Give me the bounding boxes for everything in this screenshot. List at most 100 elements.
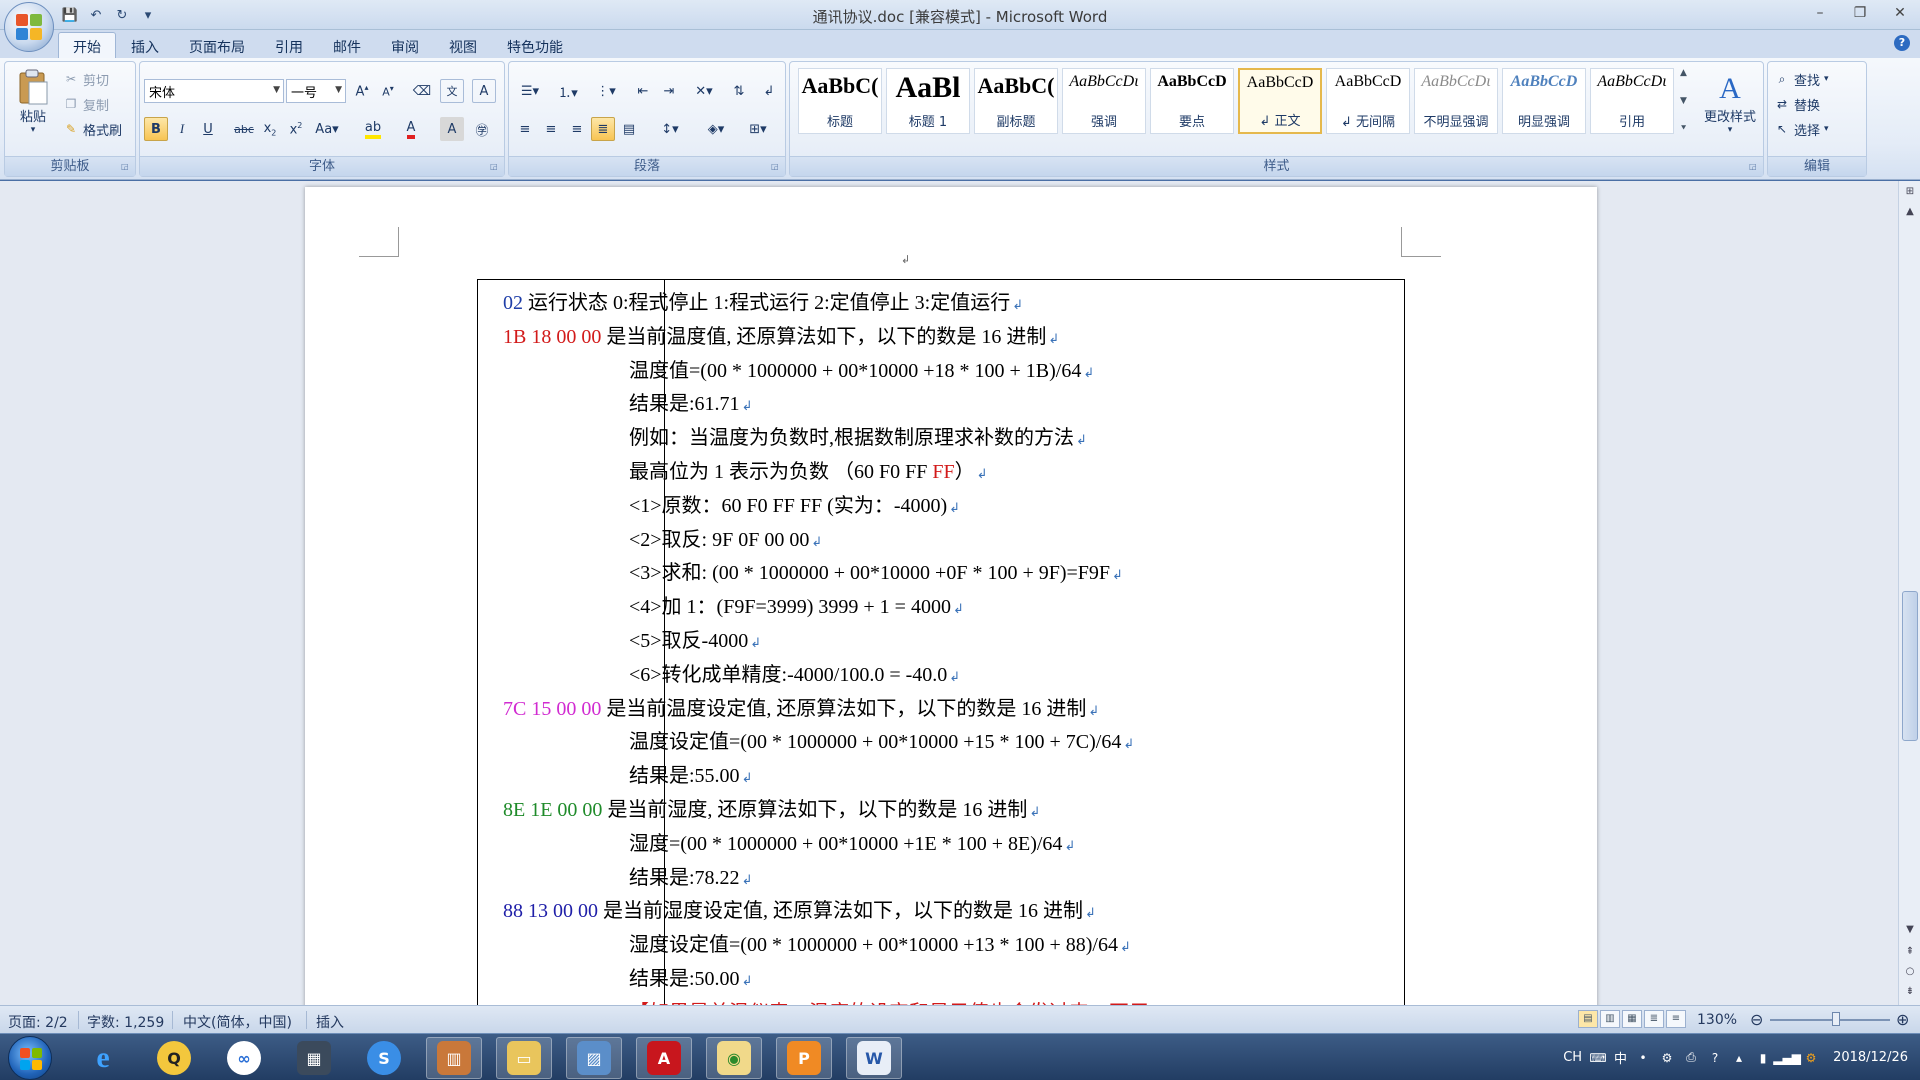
superscript-button[interactable]: x2: [284, 117, 308, 141]
show-hidden-icons-icon[interactable]: ▴: [1731, 1050, 1747, 1066]
doc-paragraph[interactable]: 温度设定值=(00 * 1000000 + 00*10000 +15 * 100…: [629, 726, 1134, 758]
scroll-down-icon[interactable]: ▼: [1901, 921, 1919, 939]
taskbar-acrobat[interactable]: A: [636, 1037, 692, 1079]
doc-paragraph[interactable]: <6>转化成单精度:-4000/100.0 = -40.0 ↲: [629, 659, 960, 691]
bold-button[interactable]: B: [144, 117, 168, 141]
zoom-level[interactable]: 130%: [1697, 1012, 1737, 1028]
help-tray-icon[interactable]: ?: [1707, 1050, 1723, 1066]
select-button[interactable]: ↖ 选择 ▾: [1774, 118, 1829, 140]
printer-icon[interactable]: ⎙: [1683, 1050, 1699, 1066]
format-painter-button[interactable]: ✎ 格式刷: [63, 118, 122, 140]
taskbar-wechat[interactable]: ◉: [706, 1037, 762, 1079]
style-quote[interactable]: AaBbCcDι 引用: [1590, 68, 1674, 134]
taskbar-word[interactable]: W: [846, 1037, 902, 1079]
zoom-slider-thumb[interactable]: [1832, 1012, 1840, 1026]
style-intense-emphasis[interactable]: AaBbCcD 明显强调: [1502, 68, 1586, 134]
minimize-button[interactable]: –: [1800, 0, 1840, 26]
styles-launcher-icon[interactable]: ◲: [1749, 162, 1759, 172]
battery-icon[interactable]: ▮: [1755, 1050, 1771, 1066]
char-shading-button[interactable]: A: [440, 117, 464, 141]
font-launcher-icon[interactable]: ◲: [490, 162, 500, 172]
select-browse-object-icon[interactable]: ○: [1901, 963, 1919, 981]
shading-button[interactable]: ◈▾: [697, 117, 735, 141]
tray-ime[interactable]: 中: [1614, 1048, 1627, 1067]
doc-paragraph[interactable]: 湿度设定值=(00 * 1000000 + 00*10000 +13 * 100…: [629, 929, 1131, 961]
zoom-out-icon[interactable]: ⊖: [1750, 1010, 1763, 1029]
gallery-up-icon[interactable]: ▲: [1680, 68, 1696, 78]
replace-button[interactable]: ⇄ 替换: [1774, 93, 1820, 115]
font-size-combo[interactable]: 一号 ▼: [286, 79, 346, 103]
taskbar-pdf[interactable]: P: [776, 1037, 832, 1079]
style-normal[interactable]: AaBbCcD ↲ 正文: [1238, 68, 1322, 134]
style-subtle-emphasis[interactable]: AaBbCcDι 不明显强调: [1414, 68, 1498, 134]
document-page[interactable]: ↲ 02 运行状态 0:程式停止 1:程式运行 2:定值停止 3:定值运行 ↲ 1B…: [305, 187, 1597, 1005]
style-heading-1[interactable]: AaBl 标题 1: [886, 68, 970, 134]
doc-paragraph[interactable]: <1>原数：60 F0 FF FF (实为：-4000) ↲: [629, 490, 960, 522]
increase-indent-button[interactable]: ⇥: [657, 79, 681, 103]
copy-button[interactable]: ❐ 复制: [63, 93, 109, 115]
paragraph-launcher-icon[interactable]: ◲: [771, 162, 781, 172]
draft-view-icon[interactable]: ≡: [1666, 1010, 1686, 1028]
web-layout-icon[interactable]: ▦: [1622, 1010, 1642, 1028]
shrink-font-button[interactable]: A▾: [376, 79, 400, 103]
doc-paragraph[interactable]: <3>求和: (00 * 1000000 + 00*10000 +0F * 10…: [629, 557, 1123, 589]
enclose-char-button[interactable]: ㊫: [470, 117, 494, 141]
cut-button[interactable]: ✂ 剪切: [63, 68, 109, 90]
taskbar-photos[interactable]: ▨: [566, 1037, 622, 1079]
office-button[interactable]: [4, 2, 54, 52]
punctuation-icon[interactable]: •: [1635, 1050, 1651, 1066]
distributed-button[interactable]: ▤: [617, 117, 641, 141]
clipboard-launcher-icon[interactable]: ◲: [121, 162, 131, 172]
next-page-icon[interactable]: ⇟: [1901, 983, 1919, 1001]
doc-paragraph[interactable]: 结果是:78.22 ↲: [629, 862, 752, 894]
style-strong[interactable]: AaBbCcD 要点: [1150, 68, 1234, 134]
help-icon[interactable]: ?: [1894, 35, 1910, 51]
doc-paragraph[interactable]: 例如：当温度为负数时,根据数制原理求补数的方法 ↲: [629, 422, 1087, 454]
word-count[interactable]: 字数: 1,259: [87, 1012, 164, 1032]
chinese-layout-button[interactable]: ✕▾: [687, 79, 721, 103]
taskbar-tool[interactable]: ▦: [286, 1037, 342, 1079]
grow-font-button[interactable]: A▴: [350, 79, 374, 103]
doc-paragraph[interactable]: 最高位为 1 表示为负数 （60 F0 FF FF） ↲: [629, 456, 988, 488]
multilevel-list-button[interactable]: ⋮▾: [589, 79, 623, 103]
char-border-button[interactable]: A: [472, 79, 496, 103]
align-right-button[interactable]: ≡: [565, 117, 589, 141]
zoom-in-icon[interactable]: ⊕: [1896, 1010, 1909, 1029]
restore-button[interactable]: ❐: [1840, 0, 1880, 26]
insert-mode-indicator[interactable]: 插入: [316, 1012, 344, 1032]
highlight-button[interactable]: ab: [358, 117, 388, 141]
sort-button[interactable]: ⇅: [727, 79, 751, 103]
line-spacing-button[interactable]: ↕▾: [653, 117, 687, 141]
taskbar-sogou[interactable]: S: [356, 1037, 412, 1079]
borders-button[interactable]: ⊞▾: [739, 117, 777, 141]
scroll-thumb[interactable]: [1902, 591, 1918, 741]
doc-paragraph[interactable]: 8E 1E 00 00 是当前湿度, 还原算法如下，以下的数是 16 进制 ↲: [503, 794, 1040, 826]
document-area[interactable]: ↲ 02 运行状态 0:程式停止 1:程式运行 2:定值停止 3:定值运行 ↲ 1B…: [0, 181, 1898, 1005]
previous-page-icon[interactable]: ⇞: [1901, 943, 1919, 961]
gallery-down-icon[interactable]: ▼: [1680, 96, 1696, 106]
font-color-button[interactable]: A: [396, 117, 426, 141]
subscript-button[interactable]: x2: [258, 117, 282, 141]
clear-format-button[interactable]: ⌫: [410, 79, 434, 103]
taskbar-qq[interactable]: Q: [146, 1037, 202, 1079]
outline-view-icon[interactable]: ≣: [1644, 1010, 1664, 1028]
doc-paragraph[interactable]: 1B 18 00 00 是当前温度值, 还原算法如下，以下的数是 16 进制 ↲: [503, 321, 1059, 353]
italic-button[interactable]: I: [170, 117, 194, 141]
doc-paragraph[interactable]: 02 运行状态 0:程式停止 1:程式运行 2:定值停止 3:定值运行 ↲: [503, 287, 1023, 319]
doc-paragraph[interactable]: 【如果是单温仪表，温度的设定和显示值也会发过来，不用: [629, 997, 1149, 1005]
tray-language[interactable]: CH: [1563, 1050, 1582, 1065]
style-title[interactable]: AaBbC( 标题: [798, 68, 882, 134]
doc-paragraph[interactable]: 88 13 00 00 是当前湿度设定值, 还原算法如下，以下的数是 16 进制…: [503, 895, 1096, 927]
align-left-button[interactable]: ≡: [513, 117, 537, 141]
close-button[interactable]: ✕: [1880, 0, 1920, 26]
scroll-up-icon[interactable]: ▲: [1901, 203, 1919, 221]
doc-paragraph[interactable]: 7C 15 00 00 是当前温度设定值, 还原算法如下，以下的数是 16 进制…: [503, 693, 1099, 725]
align-center-button[interactable]: ≡: [539, 117, 563, 141]
network-icon[interactable]: ▂▄▆: [1773, 1050, 1801, 1066]
taskbar-reader[interactable]: ▥: [426, 1037, 482, 1079]
style-emphasis[interactable]: AaBbCcDι 强调: [1062, 68, 1146, 134]
page-count[interactable]: 页面: 2/2: [8, 1012, 68, 1032]
settings-icon[interactable]: ⚙: [1659, 1050, 1675, 1066]
justify-button[interactable]: ≣: [591, 117, 615, 141]
ruler-toggle-icon[interactable]: ⊞: [1901, 183, 1919, 201]
